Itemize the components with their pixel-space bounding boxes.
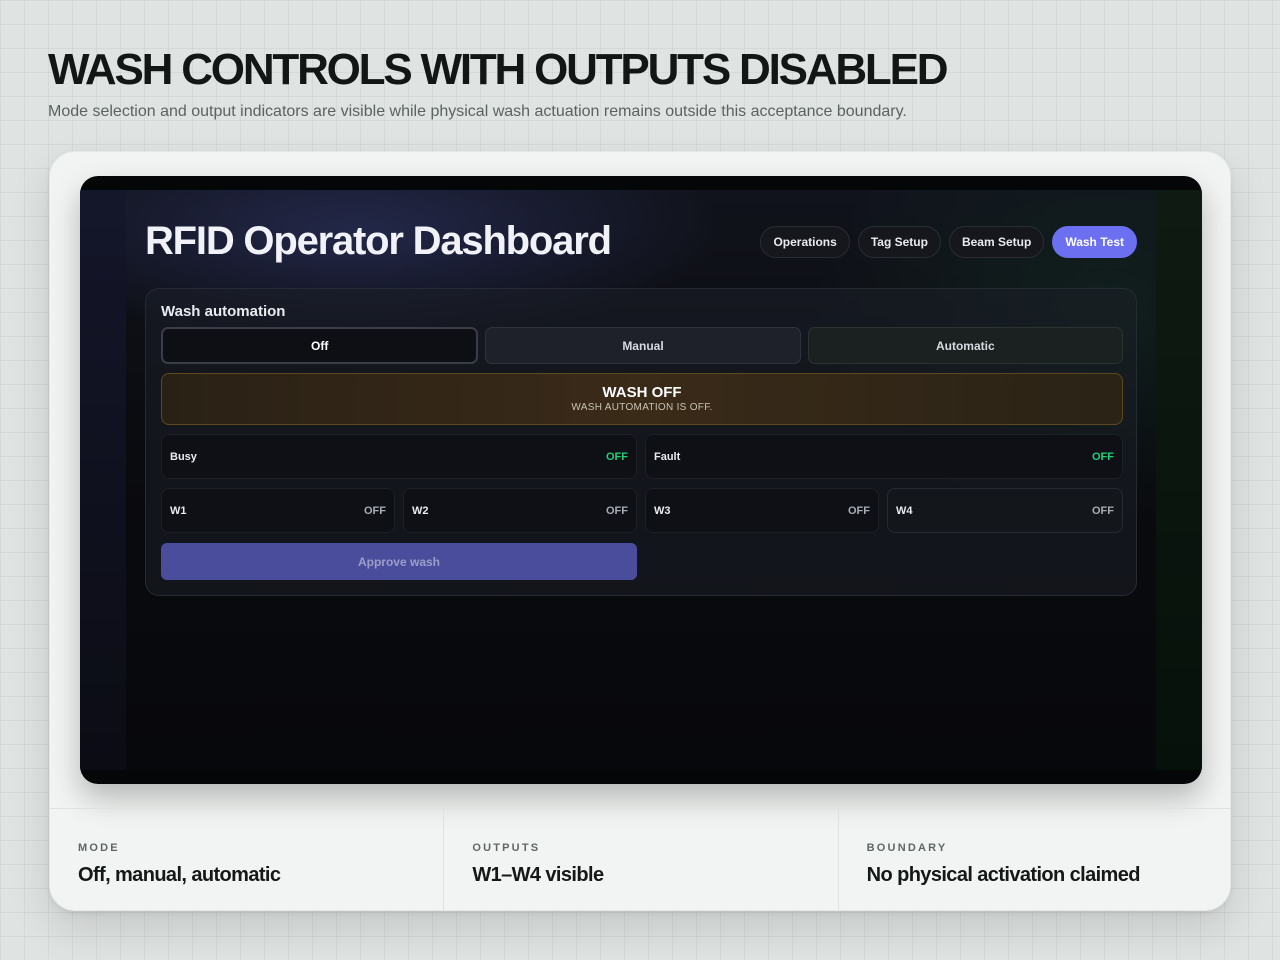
dashboard-title: RFID Operator Dashboard (145, 219, 612, 263)
screen-left-edge (80, 190, 126, 770)
wash-status-title: WASH OFF (602, 384, 682, 401)
wash-status-subtitle: WASH AUTOMATION IS OFF. (571, 402, 713, 413)
summary-mode-value: Off, manual, automatic (78, 864, 281, 886)
fault-label: Fault (654, 451, 681, 463)
wash-mode-selector: Off Manual Automatic (161, 327, 1123, 364)
nav-tag-setup[interactable]: Tag Setup (857, 226, 941, 258)
summary-mode-label: MODE (78, 842, 120, 854)
summary-outputs-value: W1–W4 visible (472, 864, 604, 886)
output-w4-label: W4 (896, 505, 913, 517)
output-w1-value: OFF (364, 505, 386, 517)
fault-indicator: Fault OFF (645, 434, 1123, 479)
summary-outputs: OUTPUTS W1–W4 visible (444, 809, 839, 910)
page-subtitle: Mode selection and output indicators are… (48, 103, 907, 120)
busy-indicator: Busy OFF (161, 434, 637, 479)
nav-beam-setup[interactable]: Beam Setup (948, 226, 1045, 258)
dashboard: RFID Operator Dashboard Operations Tag S… (126, 190, 1156, 770)
mode-off-button[interactable]: Off (161, 327, 479, 364)
output-w2-label: W2 (412, 505, 429, 517)
nav-wash-test[interactable]: Wash Test (1052, 226, 1137, 258)
dashboard-screen: RFID Operator Dashboard Operations Tag S… (80, 176, 1202, 784)
output-w3-label: W3 (654, 505, 671, 517)
summary-boundary-value: No physical activation claimed (866, 864, 1141, 886)
summary-boundary: BOUNDARY No physical activation claimed (839, 809, 1230, 910)
fault-value: OFF (1092, 451, 1114, 463)
approve-wash-button[interactable]: Approve wash (161, 543, 637, 580)
wash-automation-label: Wash automation (161, 303, 286, 320)
summary-boundary-label: BOUNDARY (866, 842, 948, 854)
output-w3: W3 OFF (645, 488, 879, 533)
busy-label: Busy (170, 451, 197, 463)
screenshot-card: RFID Operator Dashboard Operations Tag S… (49, 151, 1231, 911)
output-w2-value: OFF (606, 505, 628, 517)
screen-right-edge (1156, 190, 1202, 770)
summary-outputs-label: OUTPUTS (472, 842, 541, 854)
wash-automation-panel: Wash automation Off Manual Automatic WAS… (145, 288, 1137, 596)
output-w1: W1 OFF (161, 488, 395, 533)
output-w3-value: OFF (848, 505, 870, 517)
page-title: WASH CONTROLS WITH OUTPUTS DISABLED (48, 45, 949, 94)
nav-operations[interactable]: Operations (760, 226, 850, 258)
busy-value: OFF (606, 451, 628, 463)
output-w1-label: W1 (170, 505, 187, 517)
mode-automatic-button[interactable]: Automatic (807, 327, 1123, 364)
summary-mode: MODE Off, manual, automatic (50, 809, 445, 910)
wash-status-banner: WASH OFF WASH AUTOMATION IS OFF. (161, 373, 1123, 425)
output-w4: W4 OFF (887, 488, 1123, 533)
mode-manual-button[interactable]: Manual (485, 327, 801, 364)
output-w2: W2 OFF (403, 488, 637, 533)
summary-footer: MODE Off, manual, automatic OUTPUTS W1–W… (50, 808, 1230, 910)
output-w4-value: OFF (1092, 505, 1114, 517)
dashboard-nav: Operations Tag Setup Beam Setup Wash Tes… (760, 226, 1137, 258)
